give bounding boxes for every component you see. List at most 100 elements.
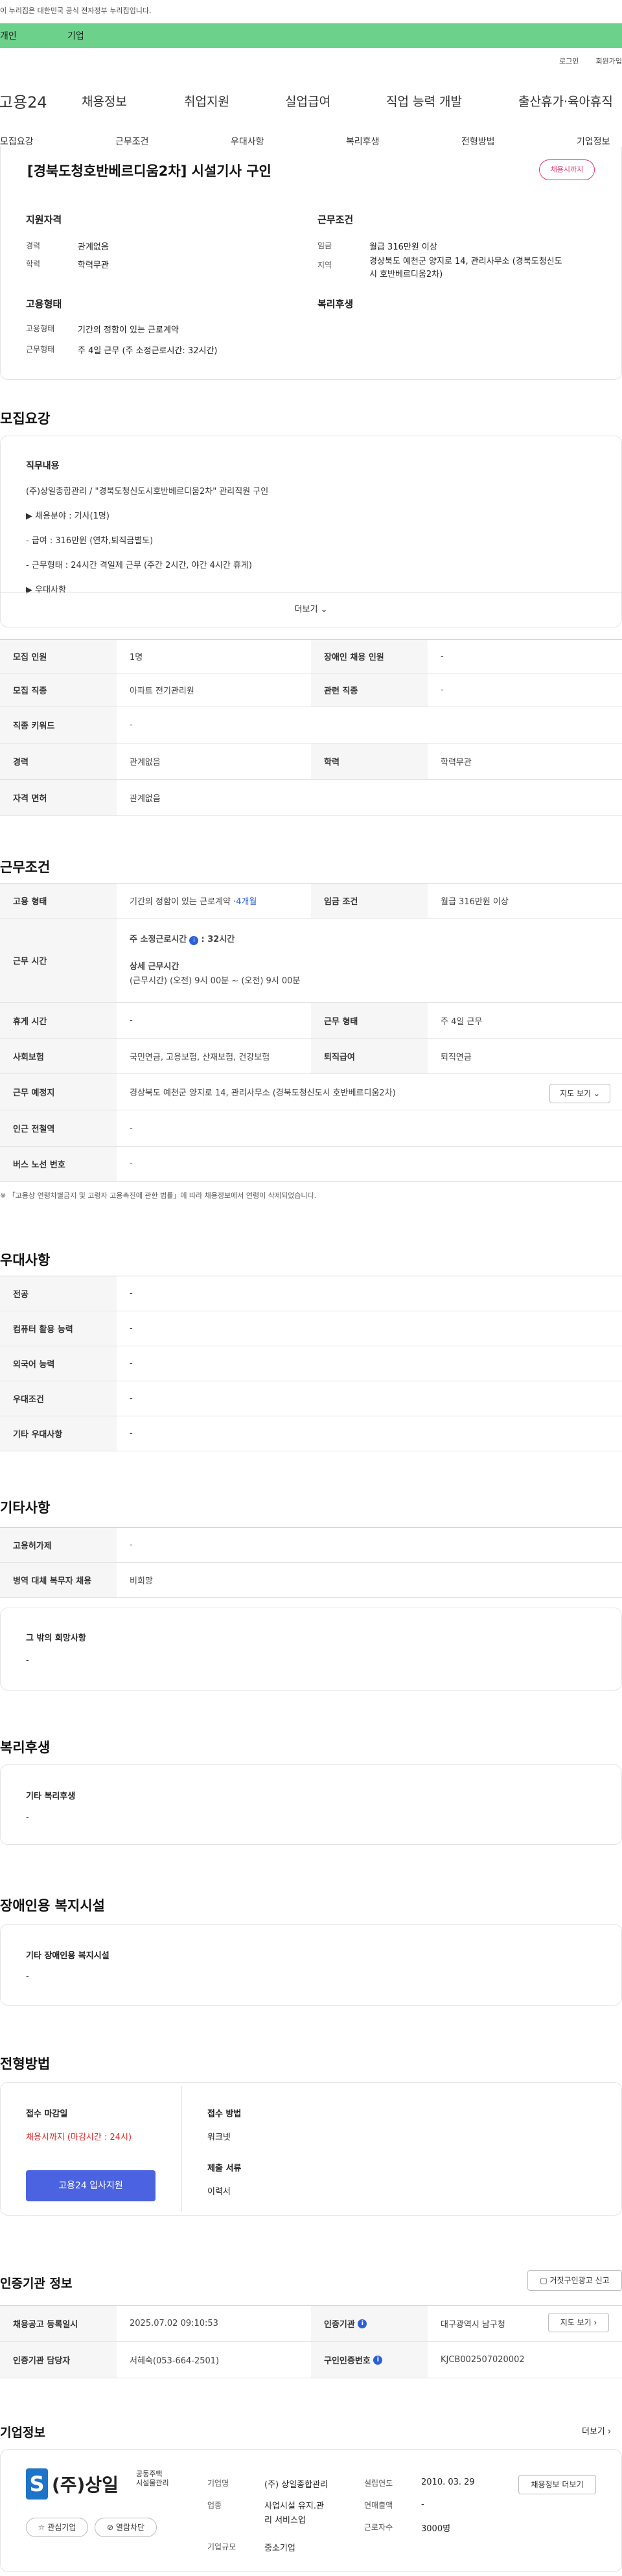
cert-section-title: 인증기관 정보 — [0, 2277, 73, 2291]
region-value: 경상북도 예천군 양지로 14, 관리사무소 (경북도청신도 시 호반베르디움2차… — [369, 257, 562, 279]
method-title: 접수 방법 — [207, 2109, 242, 2119]
deadline-value: 채용시까지 (마감시간 : 24시) — [26, 2133, 132, 2142]
table-header-cell: 직종 키워드 — [0, 707, 117, 743]
table-header-cell: 인근 전철역 — [0, 1110, 117, 1146]
table-cell: 퇴직연금 — [441, 1053, 472, 1062]
edu-value: 학력무관 — [78, 261, 109, 270]
table-cell: 주 소정근로시간 i : 32시간 상세 근무시간 (근무시간) (오전) 9시… — [130, 935, 301, 986]
info-icon[interactable]: i — [189, 936, 199, 945]
emptype-value: 기간의 정함이 있는 근로계약 — [78, 325, 179, 335]
table-header-cell: 장애인 채용 인원 — [311, 640, 428, 673]
etc-table: 고용허가제 - 병역 대체 복무자 채용 비희망 — [0, 1527, 622, 1598]
chevron-down-icon: ⌄ — [320, 605, 328, 615]
table-header-cell: 임금 조건 — [311, 884, 428, 918]
tab-preferences[interactable]: 우대사항 — [231, 135, 264, 148]
favorite-company-button[interactable]: ☆ 관심기업 — [26, 2518, 88, 2537]
table-cell: - — [441, 685, 444, 695]
table-header-cell: 관련 직종 — [311, 673, 428, 707]
more-button[interactable]: 더보기 ⌄ — [0, 592, 622, 627]
table-row: 근무 예정지 경상북도 예천군 양지로 14, 관리사무소 (경북도청신도시 호반… — [0, 1074, 622, 1110]
table-header-cell: 우대조건 — [0, 1381, 117, 1416]
report-fake-ad-button[interactable]: ▢ 거짓구인광고 신고 — [527, 2270, 622, 2291]
gov-banner: 이 누리집은 대한민국 공식 전자정부 누리집입니다. — [0, 6, 152, 15]
tab-company-info[interactable]: 기업정보 — [577, 135, 610, 148]
duty-title: 직무내용 — [26, 461, 60, 471]
table-row: 고용 형태 기간의 정함이 있는 근로계약 · 4개월 임금 조건 월급 316만… — [0, 884, 622, 919]
table-cell: - — [130, 1359, 133, 1368]
star-icon: ☆ — [38, 2523, 45, 2532]
block-icon: ⊘ — [106, 2523, 114, 2532]
docs-title: 제출 서류 — [207, 2164, 242, 2173]
docs-value: 이력서 — [207, 2187, 231, 2197]
qual-title: 지원자격 — [26, 214, 62, 226]
recruit-section-title: 모집요강 — [0, 411, 51, 427]
table-cell: 관계없음 — [130, 758, 161, 767]
table-cell: 2025.07.02 09:10:53 — [130, 2319, 218, 2328]
company-more-link[interactable]: 더보기 › — [582, 2424, 611, 2437]
tab-personal[interactable]: 개인 — [0, 29, 17, 42]
gnb-employment-support[interactable]: 취업지원 — [184, 92, 229, 110]
table-header-cell: 기타 우대사항 — [0, 1416, 117, 1451]
table-header-cell: 모집 직종 — [0, 673, 117, 707]
info-icon[interactable]: i — [373, 2355, 383, 2365]
table-header-cell: 근무 시간 — [0, 919, 117, 1002]
table-header-cell: 휴게 시간 — [0, 1003, 117, 1038]
method-value: 워크넷 — [207, 2133, 231, 2142]
table-cell: - — [130, 1429, 133, 1438]
login-link[interactable]: 로그인 — [559, 57, 579, 65]
sales-value: - — [421, 2500, 424, 2509]
tab-conditions[interactable]: 근무조건 — [115, 135, 149, 148]
wage-label: 임금 — [317, 241, 332, 250]
tab-recruit[interactable]: 모집요강 — [0, 135, 34, 148]
gnb-job-training[interactable]: 직업 능력 개발 — [386, 92, 462, 110]
company-logo: S (주)상일 공동주택 시설물관리 — [26, 2468, 169, 2505]
duty-line: ▶ 채용분야 : 기사(1명) — [26, 511, 109, 521]
tab-selection[interactable]: 전형방법 — [461, 135, 495, 148]
other-wish-value: - — [26, 1656, 29, 1665]
tab-welfare[interactable]: 복리후생 — [346, 135, 380, 148]
company-name-value: (주) 상일종합관리 — [264, 2480, 328, 2490]
disability-box-title: 기타 장애인용 복지시설 — [26, 1951, 109, 1961]
table-cell: 비희망 — [130, 1576, 153, 1586]
job-title: [경북도청호반베르디움2차] 시설기사 구인 — [27, 163, 271, 179]
company-jobs-button[interactable]: 채용정보 더보기 — [518, 2475, 596, 2494]
welfare-section-title: 복리후생 — [0, 1740, 51, 1755]
tab-company[interactable]: 기업 — [67, 29, 84, 42]
table-row: 휴게 시간 - 근무 형태 주 4일 근무 — [0, 1003, 622, 1039]
gnb-unemployment-benefit[interactable]: 실업급여 — [285, 92, 330, 110]
table-row: 인근 전철역 - — [0, 1110, 622, 1147]
agency-map-button[interactable]: 지도 보기 › — [548, 2313, 609, 2332]
duty-line: (주)상일종합관리 / "경북도청신도시호반베르디움2차" 관리직원 구인 — [26, 487, 269, 497]
table-cell: 기간의 정함이 있는 근로계약 · 4개월 — [130, 897, 257, 907]
welfare-card — [0, 1764, 622, 1845]
company-size-label: 기업규모 — [207, 2542, 236, 2551]
block-view-button[interactable]: ⊘ 열람차단 — [95, 2518, 157, 2537]
table-header-cell: 모집 인원 — [0, 640, 117, 673]
info-icon[interactable]: i — [358, 2319, 367, 2328]
site-logo[interactable]: 고용24 — [0, 89, 47, 112]
welfare-box-title: 기타 복리후생 — [26, 1792, 76, 1801]
table-header-cell: 컴퓨터 활용 능력 — [0, 1311, 117, 1346]
table-header-cell: 고용 형태 — [0, 884, 117, 918]
table-header-cell: 퇴직급여 — [311, 1039, 428, 1073]
signup-link[interactable]: 회원가입 — [596, 57, 622, 65]
worktype-value: 주 4일 근무 (주 소정근로시간: 32시간) — [78, 346, 218, 356]
table-row: 근무 시간 주 소정근로시간 i : 32시간 상세 근무시간 (근무시간) (… — [0, 919, 622, 1003]
table-header-cell: 버스 노선 번호 — [0, 1147, 117, 1181]
table-cell: - — [130, 1289, 133, 1298]
apply-button[interactable]: 고용24 입사지원 — [26, 2170, 156, 2201]
gnb-parental-leave[interactable]: 출산휴가·육아휴직 — [518, 92, 613, 110]
duty-line: - 근무형태 : 24시간 격일제 근무 (주간 2시간, 야간 4시간 휴게) — [26, 561, 252, 570]
table-cell: 월급 316만원 이상 — [441, 897, 509, 907]
career-label: 경력 — [26, 241, 41, 250]
selection-section-title: 전형방법 — [0, 2056, 51, 2072]
table-cell: - — [130, 1159, 133, 1169]
table-header-cell: 외국어 능력 — [0, 1346, 117, 1381]
map-view-button[interactable]: 지도 보기 ⌄ — [549, 1084, 610, 1103]
table-header-cell: 자격 면허 — [0, 780, 117, 815]
table-header-cell: 채용공고 등록일시 — [0, 2306, 117, 2341]
edu-label: 학력 — [26, 259, 41, 268]
gnb-jobs[interactable]: 채용정보 — [82, 92, 127, 110]
duty-lines: (주)상일종합관리 / "경북도청신도시호반베르디움2차" 관리직원 구인 ▶ … — [26, 480, 268, 603]
cond-title: 근무조건 — [317, 214, 354, 226]
